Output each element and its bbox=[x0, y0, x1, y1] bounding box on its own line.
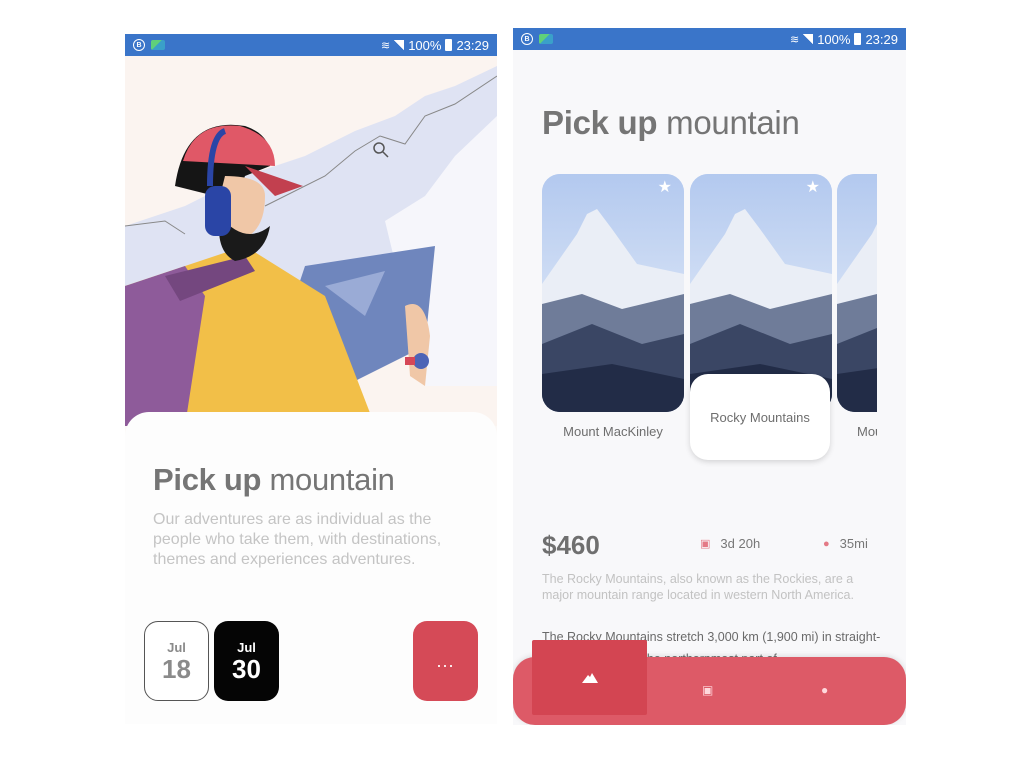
trip-distance: ● 35mi bbox=[823, 536, 868, 551]
signal-icon bbox=[803, 34, 814, 44]
mountain-name-popup: Rocky Mountains bbox=[690, 374, 830, 460]
date-option-start[interactable]: Jul 18 bbox=[144, 621, 209, 701]
distance-value: 35mi bbox=[839, 536, 868, 551]
chat-icon: ● bbox=[821, 683, 829, 697]
trip-duration: ▣ 3d 20h bbox=[700, 536, 760, 551]
wifi-icon: ≋ bbox=[789, 33, 800, 46]
mountain-name: Mou bbox=[857, 424, 877, 439]
b-circle-icon: B bbox=[521, 33, 533, 45]
mountain-card[interactable]: Mou bbox=[837, 174, 877, 474]
nav-item-chat[interactable]: ● bbox=[821, 683, 828, 697]
hiker-illustration bbox=[125, 56, 497, 426]
intro-description: Our adventures are as individual as the … bbox=[153, 511, 442, 568]
page-title: Pick up mountain bbox=[542, 104, 800, 142]
status-bar: B ≋ 100% 23:29 bbox=[125, 34, 497, 56]
mountain-card[interactable]: ★ Mount MacKinley bbox=[542, 174, 684, 474]
status-bar: B ≋ 100% 23:29 bbox=[513, 28, 906, 50]
date-month: Jul bbox=[237, 639, 256, 655]
detail-screen: B ≋ 100% 23:29 Pick up mountain ★ Mount … bbox=[513, 28, 906, 725]
mountain-card-selected[interactable]: ★ Rocky Mountains bbox=[690, 174, 832, 474]
title-bold: Pick up bbox=[542, 104, 658, 141]
favorite-star-icon[interactable]: ★ bbox=[658, 177, 672, 197]
mountain-name: Mount MacKinley bbox=[563, 424, 663, 439]
price: $460 bbox=[542, 530, 600, 560]
battery-level: 100% bbox=[408, 37, 442, 53]
battery-icon bbox=[445, 39, 453, 51]
favorite-star-icon[interactable]: ★ bbox=[806, 177, 820, 197]
nav-item-mountain[interactable] bbox=[532, 640, 647, 715]
date-day: 18 bbox=[162, 653, 191, 684]
messages-icon bbox=[151, 40, 165, 50]
messages-icon bbox=[539, 34, 553, 44]
duration-value: 3d 20h bbox=[720, 536, 761, 551]
date-option-end[interactable]: Jul 30 bbox=[214, 621, 279, 701]
wifi-icon: ≋ bbox=[380, 39, 391, 52]
signal-icon bbox=[394, 40, 405, 50]
bus-icon: ▣ bbox=[702, 683, 714, 697]
mountain-carousel[interactable]: ★ Mount MacKinley ★ Rocky Mountains Mo bbox=[542, 174, 877, 474]
more-button[interactable]: ... bbox=[413, 621, 478, 701]
title-light: mountain bbox=[269, 462, 395, 497]
page-title: Pick up mountain bbox=[153, 462, 395, 498]
b-circle-icon: B bbox=[133, 39, 145, 51]
date-month: Jul bbox=[167, 639, 186, 655]
mountain-summary: The Rocky Mountains, also known as the R… bbox=[542, 572, 854, 602]
clock: 23:29 bbox=[865, 31, 898, 47]
hero-illustration bbox=[125, 56, 497, 426]
battery-level: 100% bbox=[817, 31, 851, 47]
nav-item-bus[interactable]: ▣ bbox=[702, 683, 713, 697]
title-bold: Pick up bbox=[153, 462, 262, 497]
mountain-photo bbox=[837, 174, 877, 412]
intro-card: Pick up mountain Our adventures are as i… bbox=[125, 412, 497, 724]
mountain-photo: ★ bbox=[542, 174, 684, 412]
onboarding-screen: B ≋ 100% 23:29 Pick up mountain Our adve… bbox=[125, 34, 497, 724]
battery-icon bbox=[854, 33, 862, 45]
mountain-icon bbox=[581, 672, 598, 683]
bus-icon: ▣ bbox=[700, 538, 711, 550]
title-light: mountain bbox=[666, 104, 800, 141]
distance-icon: ● bbox=[823, 537, 830, 550]
clock: 23:29 bbox=[456, 37, 489, 53]
date-day: 30 bbox=[232, 653, 261, 684]
